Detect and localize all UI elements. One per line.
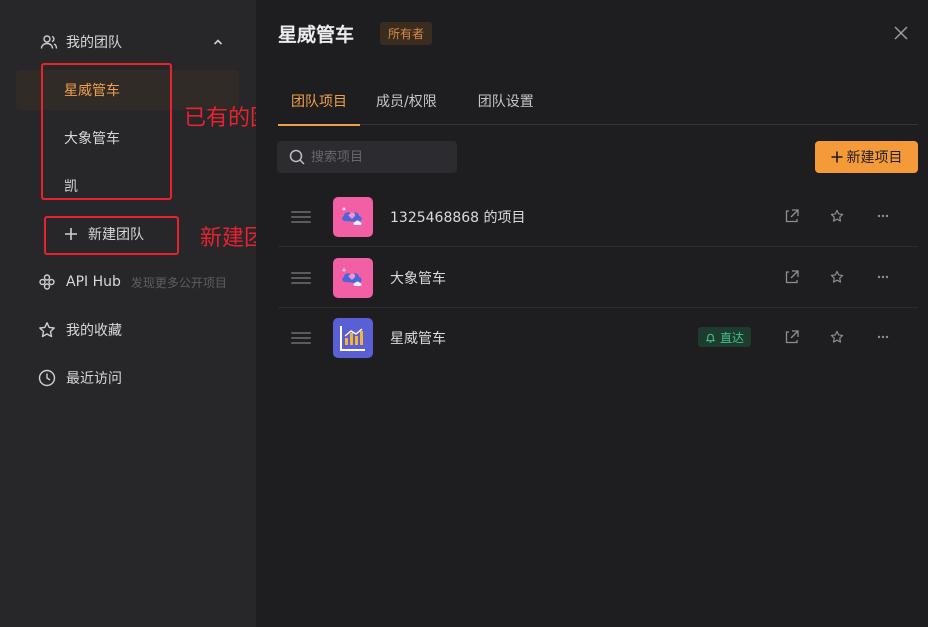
team-item-kai[interactable]: 凯	[16, 166, 239, 206]
team-item-label: 凯	[64, 179, 78, 195]
project-row[interactable]: 1325468868 的项目	[278, 187, 918, 247]
env-badge-label: 直达	[720, 330, 745, 345]
star-icon	[38, 321, 56, 339]
project-row[interactable]: 大象管车	[278, 248, 918, 308]
tab-team-projects[interactable]: 团队项目	[278, 92, 360, 126]
project-avatar	[333, 257, 373, 298]
star-icon[interactable]	[830, 209, 846, 225]
plus-icon	[64, 227, 78, 241]
sidebar: 我的团队 星威管车 大象管车 凯 新建团队 API Hub 发现更多公开项目 我…	[0, 0, 256, 627]
my-teams-label: 我的团队	[66, 35, 122, 51]
close-icon[interactable]	[894, 26, 910, 42]
more-icon[interactable]	[876, 209, 892, 225]
project-name: 星威管车	[390, 331, 446, 347]
header: 星威管车 所有者	[278, 18, 433, 48]
tab-members-permissions[interactable]: 成员/权限	[360, 92, 450, 125]
api-hub-icon	[38, 273, 56, 291]
chevron-up-icon[interactable]	[212, 36, 224, 48]
nav-favorites[interactable]: 我的收藏	[38, 318, 122, 342]
clock-icon	[38, 369, 56, 387]
new-project-button[interactable]: 新建项目	[815, 141, 918, 173]
search-input[interactable]	[311, 149, 451, 165]
owner-badge: 所有者	[380, 21, 433, 45]
project-name: 大象管车	[390, 270, 446, 287]
nav-hint: 发现更多公开项目	[130, 275, 227, 290]
search-box[interactable]	[277, 141, 457, 173]
new-project-label: 新建项目	[846, 150, 903, 166]
users-icon	[40, 33, 58, 51]
star-icon[interactable]	[830, 330, 846, 346]
env-badge: 直达	[698, 327, 752, 347]
search-icon	[289, 149, 305, 165]
nav-api-hub[interactable]: API Hub 发现更多公开项目	[38, 270, 227, 294]
drag-handle-icon[interactable]	[291, 329, 311, 347]
drag-handle-icon[interactable]	[291, 269, 311, 287]
project-avatar	[333, 318, 373, 358]
my-teams-header[interactable]: 我的团队	[40, 30, 230, 54]
drag-handle-icon[interactable]	[291, 208, 311, 226]
more-icon[interactable]	[876, 330, 892, 346]
nav-label: 我的收藏	[66, 323, 122, 339]
page-title: 星威管车	[278, 23, 355, 46]
plus-icon	[831, 151, 843, 163]
nav-label: 最近访问	[66, 371, 122, 387]
project-name: 1325468868 的项目	[390, 209, 526, 226]
tab-team-settings[interactable]: 团队设置	[450, 92, 547, 125]
team-item-label: 星威管车	[64, 83, 120, 99]
open-external-icon[interactable]	[785, 270, 801, 286]
tabs: 团队项目 成员/权限 团队设置	[278, 92, 918, 126]
project-row[interactable]: 星威管车 直达	[278, 308, 918, 368]
nav-recent[interactable]: 最近访问	[38, 366, 122, 390]
nav-label: API Hub	[66, 274, 121, 290]
project-avatar	[333, 196, 373, 237]
new-team-label: 新建团队	[88, 227, 144, 243]
team-item-label: 大象管车	[64, 131, 120, 147]
new-team-button[interactable]: 新建团队	[64, 222, 144, 246]
star-icon[interactable]	[830, 270, 846, 286]
open-external-icon[interactable]	[785, 209, 801, 225]
main-panel: 星威管车 所有者 团队项目 成员/权限 团队设置 新建项目	[256, 0, 928, 627]
more-icon[interactable]	[876, 270, 892, 286]
bell-icon	[705, 332, 716, 343]
open-external-icon[interactable]	[785, 330, 801, 346]
